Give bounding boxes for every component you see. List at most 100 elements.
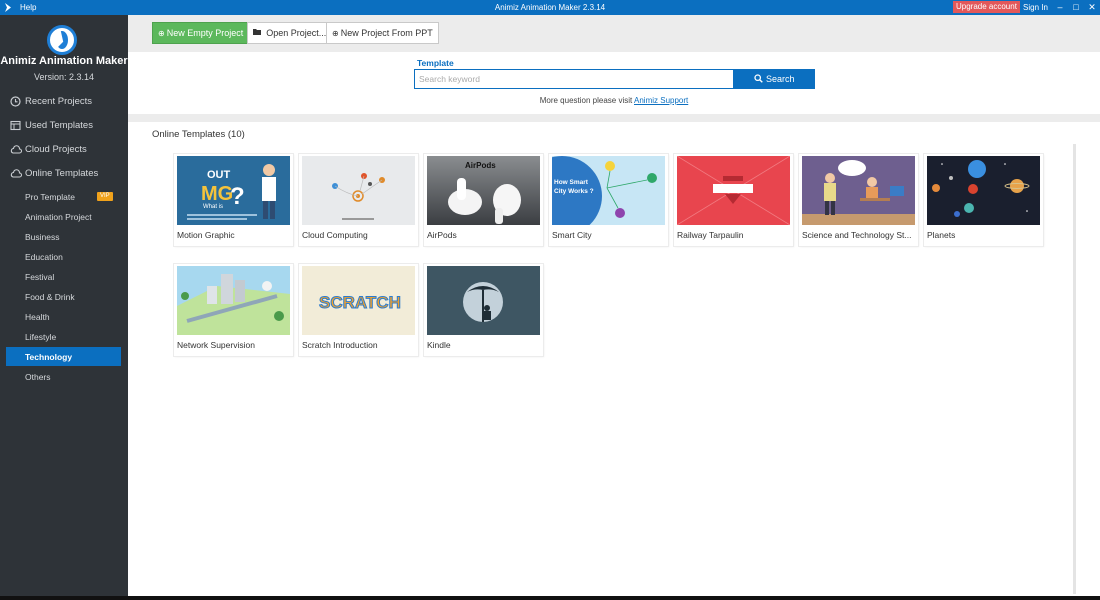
template-thumbnail: OUT MG ? What is	[177, 156, 290, 225]
template-name: Scratch Introduction	[302, 340, 378, 350]
svg-text:?: ?	[230, 183, 245, 210]
vip-badge: VIP	[97, 192, 113, 201]
cloud-icon	[10, 144, 23, 155]
close-button[interactable]: ✕	[1087, 2, 1097, 12]
plus-circle-icon: ⊕	[158, 29, 165, 38]
sidebar: Animiz Animation Maker Version: 2.3.14 R…	[0, 15, 128, 600]
template-card-motion-graphic[interactable]: OUT MG ? What is Motion Graphic	[174, 154, 293, 246]
sidebar-item-online-templates[interactable]: Online Templates	[0, 163, 128, 185]
animiz-support-link[interactable]: Animiz Support	[634, 96, 688, 105]
button-label: Open Project...	[266, 28, 327, 38]
template-card-kindle[interactable]: Kindle	[424, 264, 543, 356]
sidebar-item-recent-projects[interactable]: Recent Projects	[0, 91, 128, 113]
vertical-scrollbar[interactable]	[1073, 144, 1076, 594]
sidebar-sub-food-drink[interactable]: Food & Drink	[6, 287, 121, 306]
open-project-button[interactable]: Open Project...	[247, 22, 333, 44]
search-icon	[754, 74, 766, 84]
sign-in-link[interactable]: Sign In	[1023, 3, 1048, 12]
template-card-cloud-computing[interactable]: Cloud Computing	[299, 154, 418, 246]
thumb-title: SCRATCH	[319, 293, 401, 312]
template-thumbnail	[302, 156, 415, 225]
template-thumbnail: SCRATCH	[302, 266, 415, 335]
title-bar: Help Animiz Animation Maker 2.3.14 Upgra…	[0, 0, 1100, 15]
template-card-scratch-introduction[interactable]: SCRATCH Scratch Introduction	[299, 264, 418, 356]
template-name: Smart City	[552, 230, 592, 240]
sidebar-sub-business[interactable]: Business	[6, 227, 121, 246]
svg-text:MG: MG	[201, 183, 233, 205]
template-thumbnail	[677, 156, 790, 225]
sidebar-sub-label: Festival	[25, 272, 55, 282]
maximize-button[interactable]: □	[1071, 2, 1081, 12]
sidebar-sub-label: Food & Drink	[25, 292, 75, 302]
templates-content: Online Templates (10) OUT MG ? What is M…	[128, 122, 1100, 600]
sidebar-sub-festival[interactable]: Festival	[6, 267, 121, 286]
template-card-science-technology[interactable]: Science and Technology St...	[799, 154, 918, 246]
search-button[interactable]: Search	[734, 69, 815, 89]
sidebar-sub-label: Education	[25, 252, 63, 262]
sidebar-item-label: Cloud Projects	[25, 144, 87, 155]
sidebar-item-label: Used Templates	[25, 120, 93, 131]
template-thumbnail	[802, 156, 915, 225]
template-thumbnail	[427, 266, 540, 335]
thumb-title: How Smart City Works ?	[554, 179, 594, 195]
template-card-smart-city[interactable]: How Smart City Works ? Smart City	[549, 154, 668, 246]
sidebar-sub-label: Health	[25, 312, 50, 322]
sidebar-item-label: Online Templates	[25, 168, 99, 179]
template-card-airpods[interactable]: AirPods AirPods	[424, 154, 543, 246]
svg-text:What is: What is	[203, 204, 223, 210]
new-project-from-ppt-button[interactable]: ⊕ New Project From PPT	[326, 22, 439, 44]
brand-name: Animiz Animation Maker	[0, 55, 128, 67]
template-thumbnail: How Smart City Works ?	[552, 156, 665, 225]
sidebar-sub-pro-template[interactable]: Pro Template VIP	[6, 187, 121, 206]
upgrade-account-button[interactable]: Upgrade account	[953, 1, 1020, 13]
thumb-title: AirPods	[465, 161, 496, 170]
sidebar-sub-label: Others	[25, 372, 51, 382]
template-name: Motion Graphic	[177, 230, 235, 240]
template-card-railway-tarpaulin[interactable]: Railway Tarpaulin	[674, 154, 793, 246]
search-input[interactable]	[414, 69, 734, 89]
new-empty-project-button[interactable]: ⊕ New Empty Project	[152, 22, 250, 44]
sidebar-sub-label: Pro Template	[25, 192, 75, 202]
button-label: New Empty Project	[166, 28, 244, 38]
folder-icon	[253, 29, 264, 38]
sidebar-sub-label: Business	[25, 232, 60, 242]
template-card-planets[interactable]: Planets	[924, 154, 1043, 246]
template-thumbnail	[177, 266, 290, 335]
template-icon	[10, 120, 21, 131]
template-thumbnail	[927, 156, 1040, 225]
minimize-button[interactable]: –	[1055, 2, 1065, 12]
template-name: Cloud Computing	[302, 230, 368, 240]
svg-text:OUT: OUT	[207, 169, 231, 181]
template-card-network-supervision[interactable]: Network Supervision	[174, 264, 293, 356]
template-name: Science and Technology St...	[802, 230, 912, 240]
sidebar-sub-technology[interactable]: Technology	[6, 347, 121, 366]
sidebar-item-used-templates[interactable]: Used Templates	[0, 115, 128, 137]
template-label: Template	[417, 58, 454, 68]
button-label: New Project From PPT	[340, 28, 433, 38]
cloud-online-icon	[10, 168, 23, 179]
section-divider	[128, 114, 1100, 122]
sidebar-sub-label: Technology	[25, 352, 73, 362]
template-thumbnail: AirPods	[427, 156, 540, 225]
support-line: More question please visit Animiz Suppor…	[128, 96, 1100, 105]
sidebar-sub-lifestyle[interactable]: Lifestyle	[6, 327, 121, 346]
brand-logo-icon	[47, 25, 77, 55]
clock-icon	[10, 96, 21, 107]
os-taskbar	[0, 596, 1100, 600]
action-bar: ⊕ New Empty Project Open Project... ⊕ New …	[128, 15, 1100, 52]
sidebar-item-cloud-projects[interactable]: Cloud Projects	[0, 139, 128, 161]
sidebar-sub-others[interactable]: Others	[6, 367, 121, 386]
sidebar-sub-education[interactable]: Education	[6, 247, 121, 266]
sidebar-sub-label: Lifestyle	[25, 332, 57, 342]
template-name: Planets	[927, 230, 956, 240]
template-name: Kindle	[427, 340, 451, 350]
brand-version: Version: 2.3.14	[33, 72, 95, 82]
template-name: Network Supervision	[177, 340, 255, 350]
online-templates-heading: Online Templates (10)	[152, 129, 245, 140]
sidebar-sub-animation-project[interactable]: Animation Project	[6, 207, 121, 226]
template-name: AirPods	[427, 230, 457, 240]
search-button-label: Search	[765, 74, 795, 84]
plus-circle-icon: ⊕	[332, 29, 339, 38]
sidebar-sub-health[interactable]: Health	[6, 307, 121, 326]
support-text: More question please visit	[539, 96, 633, 105]
